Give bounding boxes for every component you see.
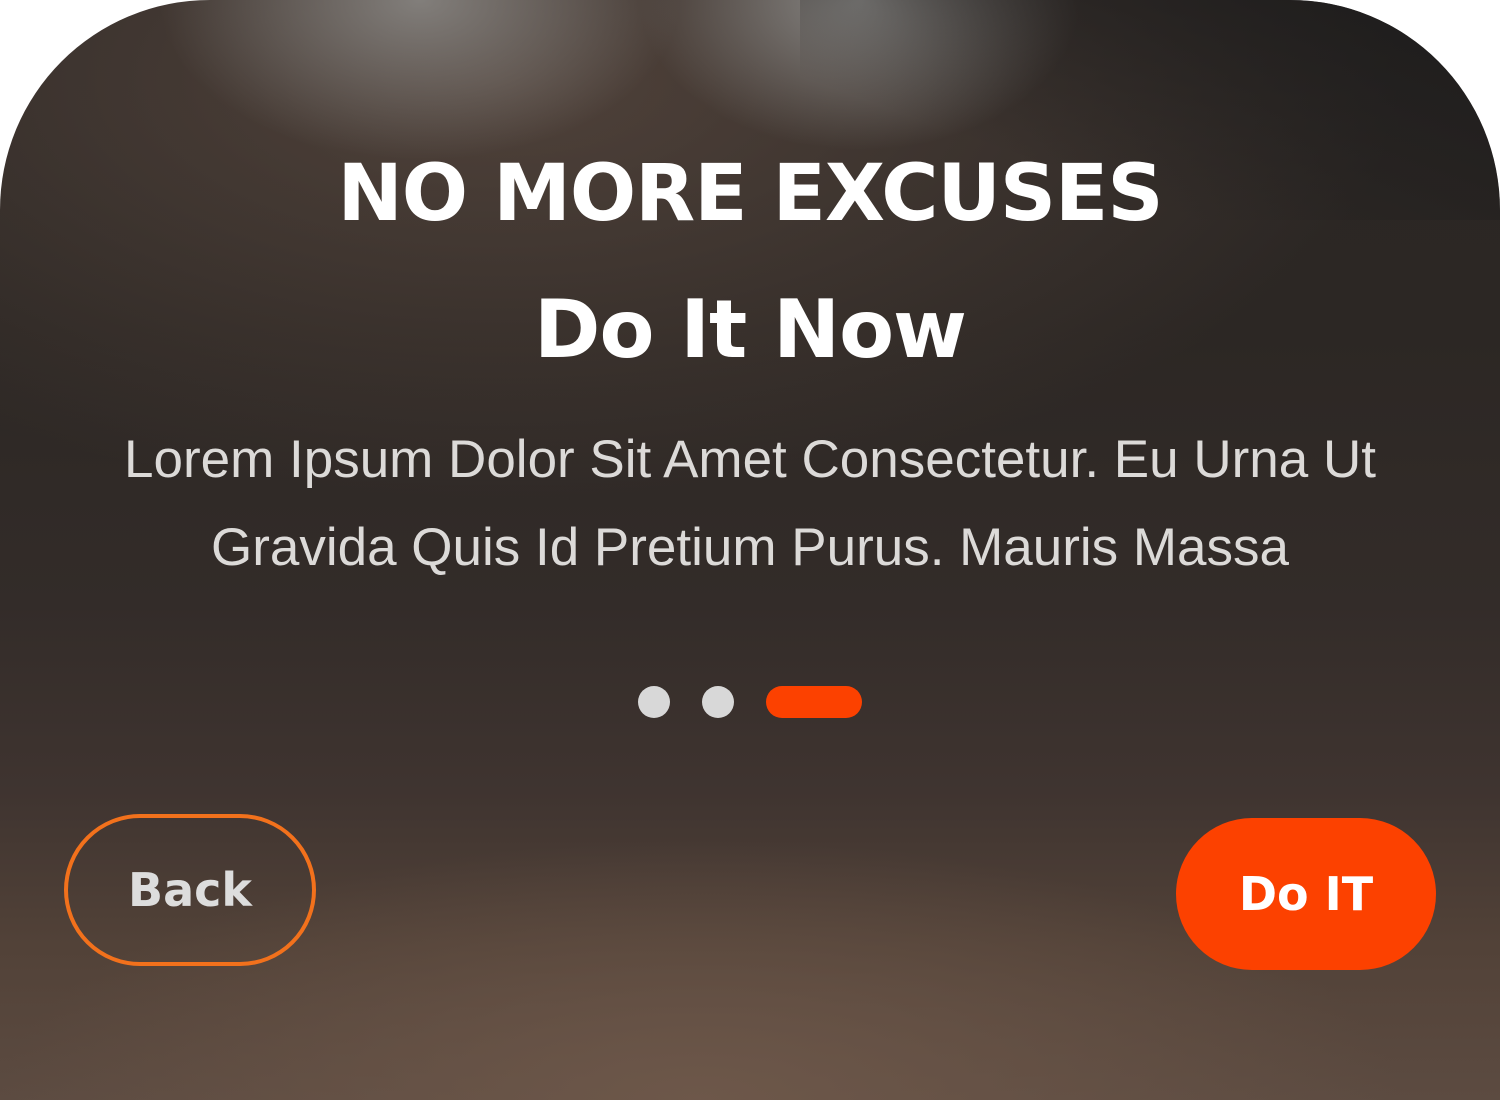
do-it-button[interactable]: Do IT xyxy=(1176,818,1436,970)
onboarding-subtitle: Do It Now xyxy=(534,283,967,376)
page-indicator xyxy=(638,686,862,718)
onboarding-card: NO MORE EXCUSES Do It Now Lorem Ipsum Do… xyxy=(0,0,1500,1100)
page-indicator-dot-2[interactable] xyxy=(702,686,734,718)
onboarding-title: NO MORE EXCUSES xyxy=(337,149,1163,239)
onboarding-description: Lorem Ipsum Dolor Sit Amet Consectetur. … xyxy=(124,430,1376,577)
page-indicator-dot-1[interactable] xyxy=(638,686,670,718)
back-button[interactable]: Back xyxy=(64,814,316,966)
page-indicator-dot-3-active[interactable] xyxy=(766,686,862,718)
